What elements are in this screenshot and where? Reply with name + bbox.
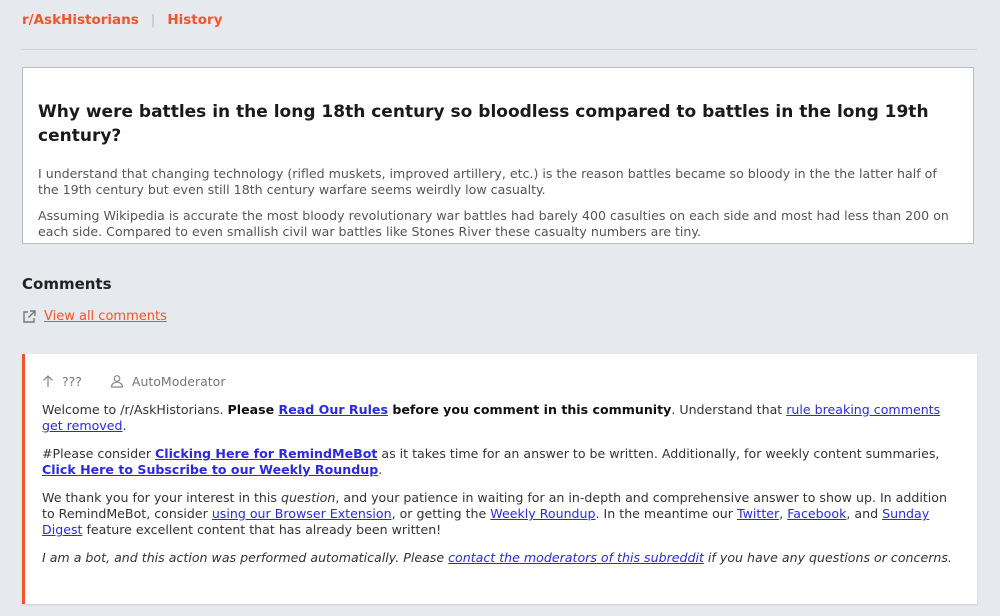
text: #Please consider <box>42 446 156 461</box>
bold-text: before you comment in this community <box>387 402 672 417</box>
upvote-arrow-icon[interactable] <box>42 374 54 388</box>
view-all-comments-row: View all comments <box>22 309 167 324</box>
comment-meta: ??? AutoModerator <box>42 372 959 390</box>
subreddit-link[interactable]: r/AskHistorians <box>22 12 139 28</box>
text: , <box>779 506 788 521</box>
italic-text: I am a bot, and this action was performe… <box>42 550 449 565</box>
text: . Understand that <box>671 402 787 417</box>
text: , or getting the <box>391 506 491 521</box>
flair-link[interactable]: History <box>167 12 222 28</box>
breadcrumb: r/AskHistorians | History <box>22 12 223 28</box>
weekly-roundup-subscribe-link[interactable]: Click Here to Subscribe to our Weekly Ro… <box>42 462 378 477</box>
post-body-paragraph: I understand that changing technology (r… <box>38 166 937 197</box>
italic-text: question <box>280 490 336 505</box>
rules-link[interactable]: Read Our Rules <box>279 402 388 417</box>
text: . In the meantime our <box>595 506 737 521</box>
text: as it takes time for an answer to be wri… <box>377 446 940 461</box>
post-body-paragraph: Assuming Wikipedia is accurate the most … <box>38 208 949 239</box>
score: ??? <box>42 374 82 389</box>
post-card: Why were battles in the long 18th centur… <box>22 67 974 244</box>
text: We thank you for your interest in this <box>42 490 281 505</box>
text: . <box>122 418 127 433</box>
twitter-link[interactable]: Twitter <box>737 506 779 521</box>
comment-card: ??? AutoModerator Welcome to /r/AskHisto… <box>22 354 977 604</box>
score-value: ??? <box>62 373 82 389</box>
weekly-roundup-link[interactable]: Weekly Roundup <box>490 506 595 521</box>
bold-text: Please <box>227 402 279 417</box>
remindmebot-link[interactable]: Clicking Here for RemindMeBot <box>155 446 377 461</box>
author: AutoModerator <box>110 374 226 389</box>
breadcrumb-separator: | <box>150 12 156 28</box>
text: . <box>378 462 383 477</box>
comment-paragraph: Welcome to /r/AskHistorians. Please Read… <box>42 402 959 434</box>
external-link-icon <box>23 309 36 323</box>
italic-text: if you have any questions or concerns. <box>703 550 952 565</box>
facebook-link[interactable]: Facebook <box>787 506 846 521</box>
comment-paragraph: #Please consider Clicking Here for Remin… <box>42 446 959 478</box>
comments-heading: Comments <box>22 275 112 293</box>
text: Welcome to /r/AskHistorians. <box>42 402 228 417</box>
text: feature excellent content that has alrea… <box>82 522 442 537</box>
browser-extension-link[interactable]: using our Browser Extension <box>212 506 392 521</box>
view-all-comments-link[interactable]: View all comments <box>44 309 167 324</box>
text: , and <box>846 506 883 521</box>
author-name[interactable]: AutoModerator <box>132 374 226 389</box>
user-icon <box>110 375 124 388</box>
contact-moderators-link[interactable]: contact the moderators of this subreddit <box>448 550 704 565</box>
comment-paragraph: I am a bot, and this action was performe… <box>42 550 959 566</box>
post-title: Why were battles in the long 18th centur… <box>38 102 929 146</box>
comment-paragraph: We thank you for your interest in this q… <box>42 490 959 538</box>
header-divider <box>22 49 977 50</box>
